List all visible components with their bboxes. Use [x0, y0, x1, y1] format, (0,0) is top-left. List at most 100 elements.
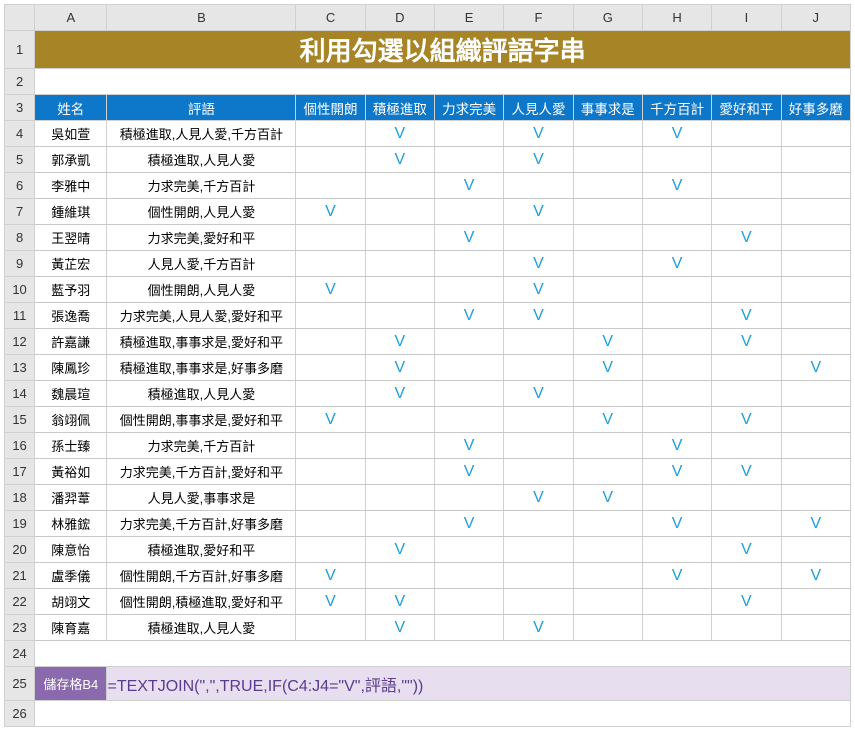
- tick-cell[interactable]: V: [712, 407, 781, 433]
- name-cell[interactable]: 黃裕如: [35, 459, 107, 485]
- tick-cell[interactable]: [434, 381, 503, 407]
- tick-cell[interactable]: [365, 199, 434, 225]
- tick-cell[interactable]: V: [504, 485, 573, 511]
- tick-cell[interactable]: [573, 537, 642, 563]
- tick-cell[interactable]: [296, 147, 365, 173]
- row-header-17[interactable]: 17: [5, 459, 35, 485]
- row-header-13[interactable]: 13: [5, 355, 35, 381]
- name-cell[interactable]: 李雅中: [35, 173, 107, 199]
- tick-cell[interactable]: V: [296, 277, 365, 303]
- tick-cell[interactable]: V: [434, 173, 503, 199]
- tick-cell[interactable]: V: [434, 459, 503, 485]
- tick-cell[interactable]: V: [712, 459, 781, 485]
- tick-cell[interactable]: V: [642, 459, 711, 485]
- row-header-14[interactable]: 14: [5, 381, 35, 407]
- header-comment[interactable]: 評語: [107, 95, 296, 121]
- tick-cell[interactable]: [642, 537, 711, 563]
- header-trait-4[interactable]: 事事求是: [573, 95, 642, 121]
- col-header-F[interactable]: F: [504, 5, 573, 31]
- row-header-5[interactable]: 5: [5, 147, 35, 173]
- name-cell[interactable]: 吳如萱: [35, 121, 107, 147]
- tick-cell[interactable]: [434, 147, 503, 173]
- tick-cell[interactable]: [642, 615, 711, 641]
- tick-cell[interactable]: [573, 199, 642, 225]
- tick-cell[interactable]: [296, 173, 365, 199]
- tick-cell[interactable]: [365, 407, 434, 433]
- tick-cell[interactable]: V: [573, 407, 642, 433]
- name-cell[interactable]: 盧季儀: [35, 563, 107, 589]
- tick-cell[interactable]: [365, 303, 434, 329]
- comment-cell[interactable]: 積極進取,愛好和平: [107, 537, 296, 563]
- tick-cell[interactable]: V: [712, 225, 781, 251]
- header-trait-2[interactable]: 力求完美: [434, 95, 503, 121]
- blank-row[interactable]: [35, 69, 851, 95]
- tick-cell[interactable]: [781, 589, 850, 615]
- row-header-16[interactable]: 16: [5, 433, 35, 459]
- tick-cell[interactable]: [365, 173, 434, 199]
- tick-cell[interactable]: V: [781, 563, 850, 589]
- tick-cell[interactable]: [573, 433, 642, 459]
- tick-cell[interactable]: V: [781, 511, 850, 537]
- tick-cell[interactable]: [504, 511, 573, 537]
- tick-cell[interactable]: [573, 225, 642, 251]
- tick-cell[interactable]: [781, 225, 850, 251]
- tick-cell[interactable]: [434, 563, 503, 589]
- tick-cell[interactable]: [365, 251, 434, 277]
- name-cell[interactable]: 胡翊文: [35, 589, 107, 615]
- name-cell[interactable]: 孫士臻: [35, 433, 107, 459]
- tick-cell[interactable]: [712, 199, 781, 225]
- tick-cell[interactable]: [642, 303, 711, 329]
- tick-cell[interactable]: V: [781, 355, 850, 381]
- tick-cell[interactable]: V: [504, 381, 573, 407]
- tick-cell[interactable]: [296, 355, 365, 381]
- comment-cell[interactable]: 人見人愛,事事求是: [107, 485, 296, 511]
- select-all-corner[interactable]: [5, 5, 35, 31]
- tick-cell[interactable]: V: [434, 433, 503, 459]
- tick-cell[interactable]: [296, 225, 365, 251]
- tick-cell[interactable]: [573, 303, 642, 329]
- name-cell[interactable]: 魏晨瑄: [35, 381, 107, 407]
- tick-cell[interactable]: [781, 251, 850, 277]
- col-header-A[interactable]: A: [35, 5, 107, 31]
- tick-cell[interactable]: [504, 407, 573, 433]
- comment-cell[interactable]: 積極進取,人見人愛,千方百計: [107, 121, 296, 147]
- tick-cell[interactable]: [504, 329, 573, 355]
- tick-cell[interactable]: [296, 615, 365, 641]
- name-cell[interactable]: 郭承凱: [35, 147, 107, 173]
- name-cell[interactable]: 陳意怡: [35, 537, 107, 563]
- tick-cell[interactable]: [434, 485, 503, 511]
- row-header-15[interactable]: 15: [5, 407, 35, 433]
- tick-cell[interactable]: V: [642, 563, 711, 589]
- tick-cell[interactable]: [642, 225, 711, 251]
- col-header-G[interactable]: G: [573, 5, 642, 31]
- row-header-1[interactable]: 1: [5, 31, 35, 69]
- tick-cell[interactable]: [781, 121, 850, 147]
- tick-cell[interactable]: [642, 381, 711, 407]
- row-header-11[interactable]: 11: [5, 303, 35, 329]
- row-header-22[interactable]: 22: [5, 589, 35, 615]
- tick-cell[interactable]: [642, 277, 711, 303]
- comment-cell[interactable]: 個性開朗,事事求是,愛好和平: [107, 407, 296, 433]
- tick-cell[interactable]: V: [642, 433, 711, 459]
- tick-cell[interactable]: [296, 381, 365, 407]
- tick-cell[interactable]: [296, 433, 365, 459]
- name-cell[interactable]: 張逸喬: [35, 303, 107, 329]
- row-header-20[interactable]: 20: [5, 537, 35, 563]
- tick-cell[interactable]: V: [504, 303, 573, 329]
- header-trait-0[interactable]: 個性開朗: [296, 95, 365, 121]
- row-header-8[interactable]: 8: [5, 225, 35, 251]
- tick-cell[interactable]: [504, 563, 573, 589]
- comment-cell[interactable]: 積極進取,人見人愛: [107, 615, 296, 641]
- row-header-25[interactable]: 25: [5, 667, 35, 701]
- tick-cell[interactable]: [365, 433, 434, 459]
- tick-cell[interactable]: V: [573, 329, 642, 355]
- tick-cell[interactable]: V: [712, 303, 781, 329]
- comment-cell[interactable]: 個性開朗,人見人愛: [107, 277, 296, 303]
- tick-cell[interactable]: V: [434, 303, 503, 329]
- name-cell[interactable]: 翁翊佩: [35, 407, 107, 433]
- tick-cell[interactable]: [296, 511, 365, 537]
- comment-cell[interactable]: 積極進取,事事求是,愛好和平: [107, 329, 296, 355]
- tick-cell[interactable]: [296, 121, 365, 147]
- tick-cell[interactable]: V: [504, 121, 573, 147]
- header-trait-3[interactable]: 人見人愛: [504, 95, 573, 121]
